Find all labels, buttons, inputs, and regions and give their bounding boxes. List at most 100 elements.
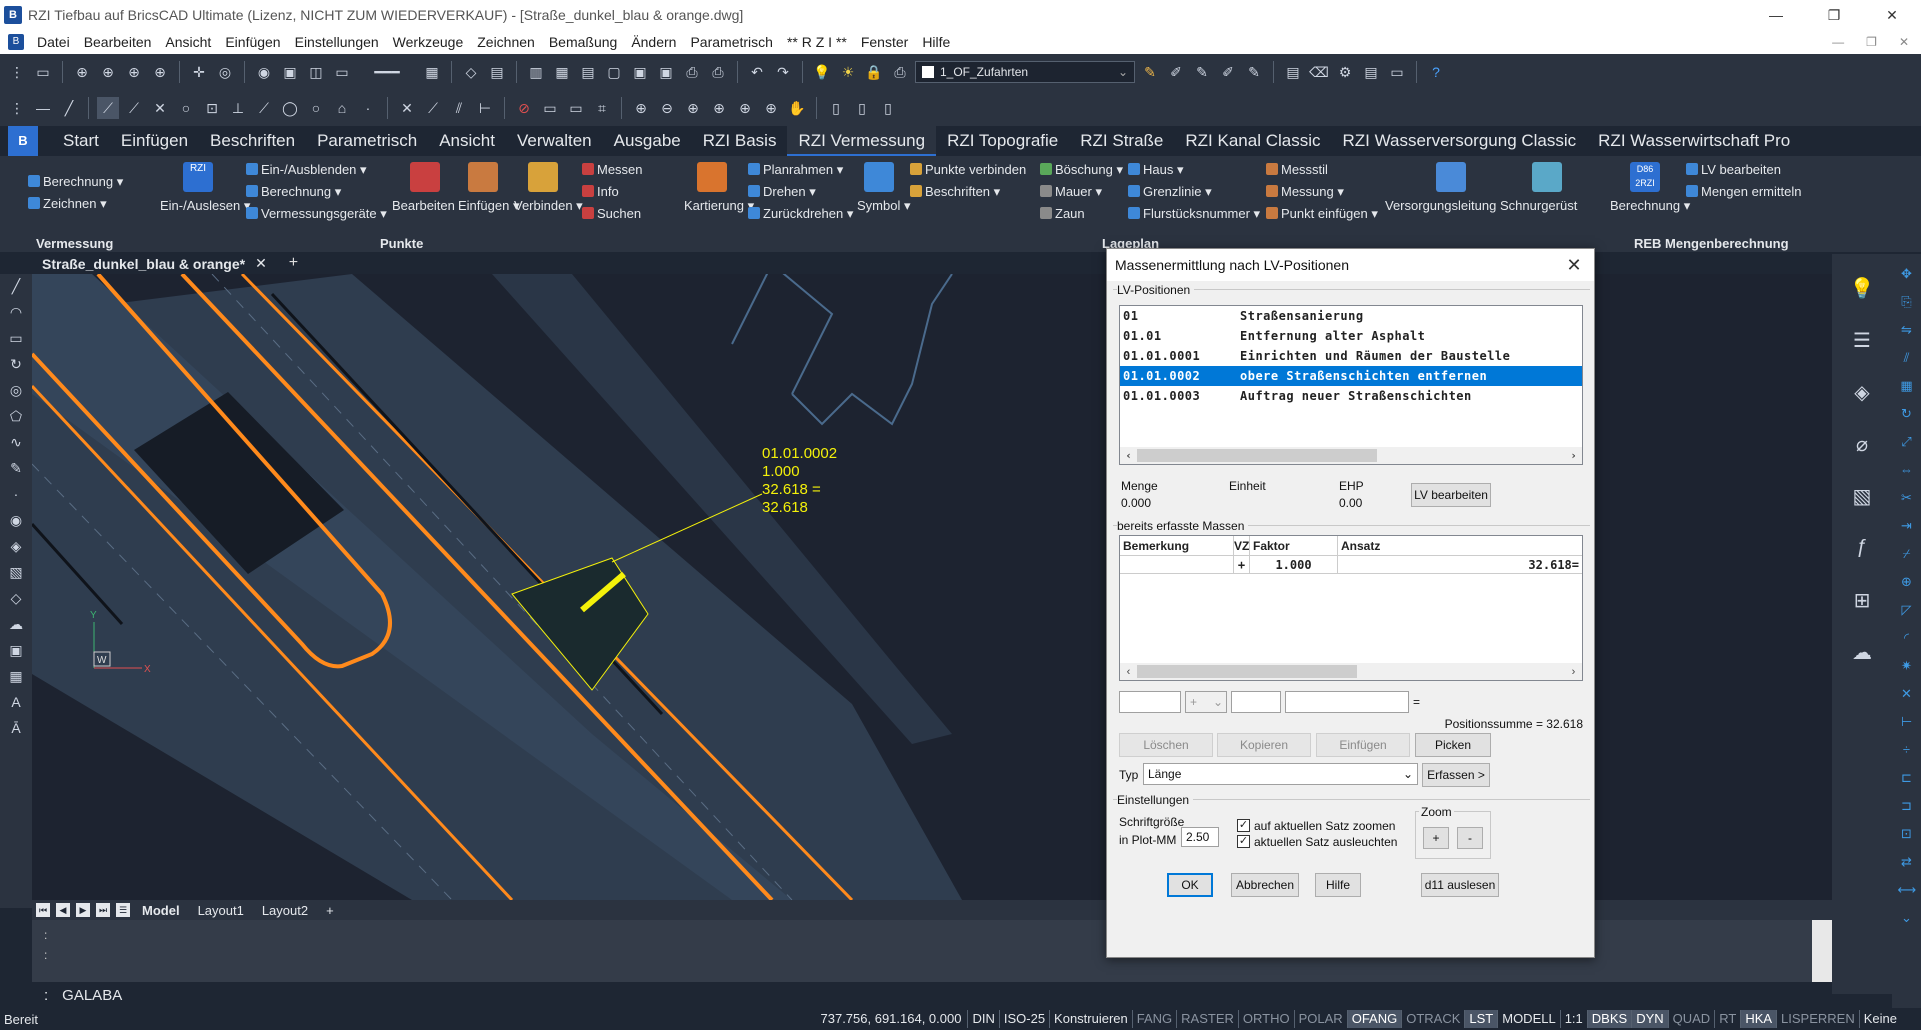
status-toggle-dbks[interactable]: DBKS [1586,1010,1632,1028]
chamfer-icon[interactable]: ◸ [1898,602,1916,622]
list-icon[interactable]: ▤ [1360,61,1382,83]
menu-werkzeuge[interactable]: Werkzeuge [386,34,471,50]
undo-icon[interactable]: ↶ [746,61,768,83]
zaun-button[interactable]: Zaun [1040,206,1085,221]
snap-insert-icon[interactable]: ⌂ [331,97,353,119]
save-as-icon[interactable]: ▣ [655,61,677,83]
more-tools-icon[interactable]: ⌄ [1898,910,1916,930]
line-icon[interactable]: — [32,97,54,119]
versorgungsleitung-button[interactable]: Versorgungsleitung [1385,198,1496,213]
berechnung-dropdown[interactable]: Berechnung ▾ [28,174,123,190]
zoom-previous-icon[interactable]: ⊕ [149,61,171,83]
pan-icon[interactable]: ✋ [786,97,808,119]
match-icon[interactable]: ⊡ [1898,826,1916,846]
first-layout-icon[interactable]: ⏮ [36,903,50,917]
block-icon[interactable]: ▤ [486,61,508,83]
boeschung-dropdown[interactable]: Böschung ▾ [1040,162,1123,178]
open-icon[interactable]: ▢ [603,61,625,83]
function-icon[interactable]: ƒ [1849,536,1875,562]
status-toggle-konstruieren[interactable]: Konstruieren [1049,1010,1132,1028]
save-icon[interactable]: ▣ [629,61,651,83]
zoom-icon[interactable]: ⊕ [71,61,93,83]
display-icon[interactable]: ▭ [331,61,353,83]
tab-rzi-wasserwirtschaft[interactable]: RZI Wasserwirtschaft Pro [1587,126,1801,156]
structure-icon[interactable]: ⊞ [1849,588,1875,614]
trim-icon[interactable]: ✂ [1898,490,1916,510]
break-icon[interactable]: ⌿ [1898,546,1916,566]
erase-icon[interactable]: ✕ [1898,686,1916,706]
mengen-ermitteln-button[interactable]: Mengen ermitteln [1686,184,1801,199]
layer-combo[interactable]: 1_OF_Zufahrten ⌄ [915,61,1135,83]
array-icon[interactable]: ▦ [1898,378,1916,398]
circle-tool-icon[interactable]: ◎ [7,382,25,402]
menu-fenster[interactable]: Fenster [854,34,915,50]
plot-icon[interactable]: ⎙ [707,61,729,83]
status-toggle-iso25[interactable]: ISO-25 [998,1010,1049,1028]
ansatz-input[interactable] [1285,691,1409,713]
rzi-tool-2-icon[interactable]: ▭ [565,97,587,119]
status-toggle-11[interactable]: 1:1 [1559,1010,1587,1028]
document-menu-icon[interactable]: B [8,34,24,50]
list-item[interactable]: 01.01.0001 Einrichten und Räumen der Baus… [1120,346,1582,366]
print-preview-icon[interactable]: ▥ [525,61,547,83]
camera-icon[interactable]: ◫ [305,61,327,83]
copy-icon[interactable]: ⎘ [1898,294,1916,314]
layer-iso-icon[interactable]: ✐ [1217,61,1239,83]
table-tool-icon[interactable]: ▦ [7,668,25,688]
tab-ausgabe[interactable]: Ausgabe [603,126,692,156]
snap-intersection-icon[interactable]: ✕ [149,97,171,119]
status-toggle-lisperren[interactable]: LISPERREN [1776,1010,1859,1028]
berechnung2-dropdown[interactable]: Berechnung ▾ [246,184,341,200]
grid-hscroll[interactable]: ‹ › [1120,663,1582,680]
align-icon[interactable]: ⊢ [1898,714,1916,734]
layout-list-icon[interactable]: ☰ [116,903,130,917]
layer-bulb-icon[interactable]: 💡 [811,61,833,83]
table-icon[interactable]: ▤ [577,61,599,83]
punkte-verbinden-button[interactable]: Punkte verbinden [910,162,1026,177]
erfassen-button[interactable]: Erfassen > [1422,763,1490,787]
mauer-dropdown[interactable]: Mauer ▾ [1040,184,1102,200]
einfuegen-button[interactable]: Einfügen ▾ [458,198,519,214]
menu-rzi[interactable]: ** R Z I ** [780,34,854,50]
menu-einstellungen[interactable]: Einstellungen [288,34,386,50]
tab-parametrisch[interactable]: Parametrisch [306,126,428,156]
tab-rzi-strasse[interactable]: RZI Straße [1069,126,1174,156]
snap-off-icon[interactable]: ⊘ [513,97,535,119]
explorer-icon[interactable]: ▭ [1386,61,1408,83]
scroll-thumb[interactable] [1137,665,1357,678]
drehen-dropdown[interactable]: Drehen ▾ [748,184,816,200]
command-scrollbar[interactable] [1812,920,1832,982]
scroll-thumb[interactable] [1137,449,1377,462]
lv-bearbeiten-ribbon-button[interactable]: LV bearbeiten [1686,162,1781,177]
tab-einfuegen[interactable]: Einfügen [110,126,199,156]
zurueckdrehen-dropdown[interactable]: Zurückdrehen ▾ [748,206,853,222]
menu-bemassung[interactable]: Bemaßung [542,34,624,50]
divide-icon[interactable]: ÷ [1898,742,1916,762]
menu-einfuegen[interactable]: Einfügen [218,34,287,50]
block-tool-icon[interactable]: ▣ [7,642,25,662]
close-button[interactable]: ✕ [1863,0,1921,30]
bearbeiten-button[interactable]: Bearbeiten [392,198,455,213]
polyline-icon[interactable]: ╱ [58,97,80,119]
schriftgroesse-input[interactable]: 2.50 [1181,827,1219,847]
view-icon[interactable]: ◉ [253,61,275,83]
tab-rzi-wasserversorgung[interactable]: RZI Wasserversorgung Classic [1332,126,1588,156]
bemerkung-input[interactable] [1119,691,1181,713]
dialog-close-icon[interactable]: ✕ [1554,255,1594,276]
zoom-object-icon[interactable]: ⊕ [708,97,730,119]
info-button[interactable]: Info [582,184,619,199]
menu-hilfe[interactable]: Hilfe [915,34,957,50]
app-menu-button[interactable]: B [8,126,38,156]
tab-beschriften[interactable]: Beschriften [199,126,306,156]
redo-icon[interactable]: ↷ [772,61,794,83]
menu-zeichnen[interactable]: Zeichnen [470,34,542,50]
zoom-center-icon[interactable]: ⊕ [760,97,782,119]
minimize-button[interactable]: — [1747,0,1805,30]
ein-auslesen-button[interactable]: Ein-/Auslesen ▾ [160,198,250,214]
grid-cell-bemerkung[interactable] [1120,556,1234,573]
3d-box-icon[interactable]: ◇ [460,61,482,83]
messstil-button[interactable]: Messstil [1266,162,1328,177]
scroll-right-icon[interactable]: › [1565,449,1582,462]
suchen-button[interactable]: Suchen [582,206,641,221]
table-row[interactable]: + 1.000 32.618= [1120,556,1582,574]
